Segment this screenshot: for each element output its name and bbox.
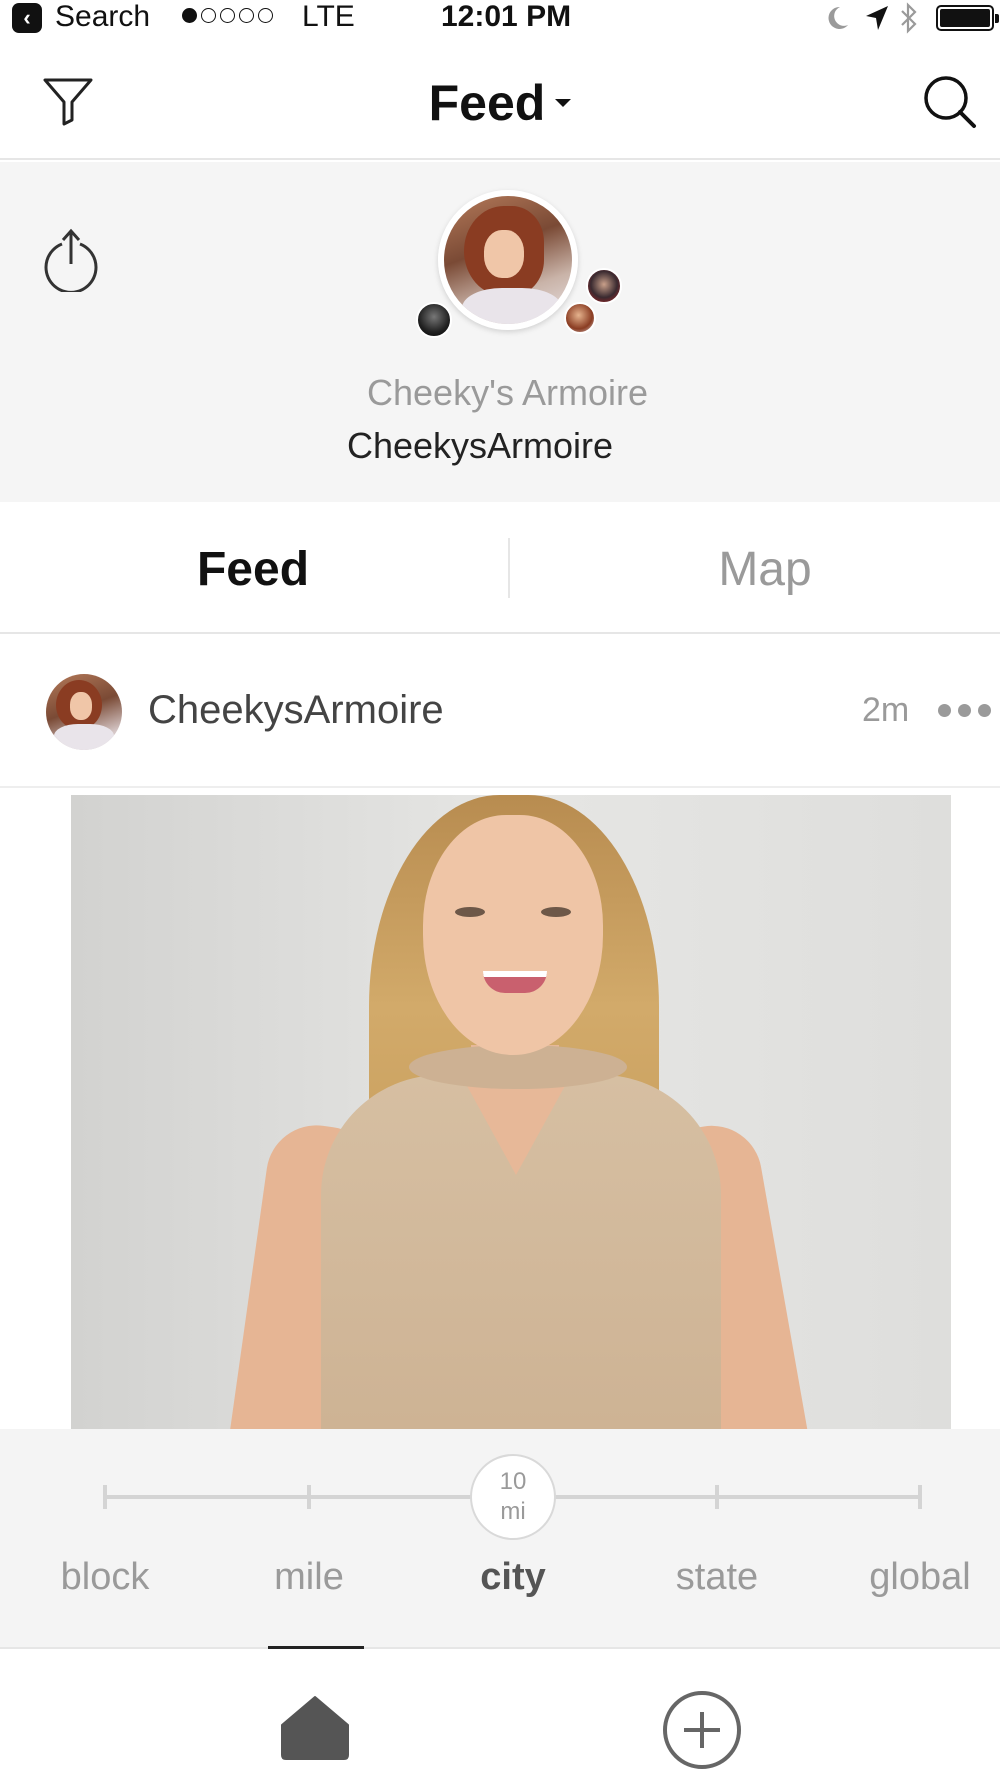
bottom-tab-bar [0,1646,1000,1778]
profile-header: Cheeky's Armoire CheekysArmoire [0,162,1000,502]
slider-label-global[interactable]: global [820,1556,1000,1599]
status-bar: ‹ Search LTE 12:01 PM [0,0,1000,36]
add-circle-icon[interactable] [663,1691,741,1769]
slider-tick[interactable] [918,1485,922,1509]
status-icons [820,0,1000,36]
slider-knob-value: 10 [499,1468,527,1495]
nav-title: Feed [428,75,546,131]
home-icon[interactable] [280,1695,350,1761]
profile-avatar[interactable] [438,190,578,330]
chevron-down-icon [555,98,572,107]
status-time: 12:01 PM [441,0,572,33]
post-timestamp: 2m [862,691,910,729]
slider-label-city[interactable]: city [413,1556,613,1599]
post-author-avatar[interactable] [46,674,122,750]
slider-label-state[interactable]: state [617,1556,817,1599]
radius-slider: 10 mi block mile city state global [0,1429,1000,1647]
signal-strength-icon [182,8,273,23]
slider-label-mile[interactable]: mile [209,1556,409,1599]
profile-username: CheekysArmoire [346,425,614,466]
feed-map-tabs: Feed Map [0,502,1000,634]
follower-avatar[interactable] [416,302,452,338]
tab-map[interactable]: Map [515,542,1000,597]
active-tab-indicator [268,1646,364,1649]
bluetooth-icon [901,2,917,34]
carrier-label: LTE [302,0,355,33]
follower-avatar[interactable] [564,302,596,334]
slider-knob-unit: mi [500,1498,526,1525]
slider-label-block[interactable]: block [5,1556,205,1599]
tab-feed[interactable]: Feed [3,542,503,597]
share-icon[interactable] [42,226,100,292]
moon-icon [828,6,848,29]
feed-dropdown[interactable]: Feed [0,74,1000,132]
back-chevron-icon[interactable]: ‹ [12,3,42,33]
battery-icon [936,5,999,31]
back-to-search-link[interactable]: Search [55,0,150,34]
slider-tick[interactable] [103,1485,107,1509]
post-author-username[interactable]: CheekysArmoire [148,688,444,733]
post-header: CheekysArmoire 2m [0,636,1000,788]
slider-tick[interactable] [715,1485,719,1509]
search-icon[interactable] [922,74,978,130]
location-arrow-icon [866,6,888,30]
post-photo[interactable] [71,795,951,1429]
tab-divider [508,538,510,598]
slider-tick[interactable] [307,1485,311,1509]
nav-bar: Feed [0,36,1000,160]
follower-avatar[interactable] [586,268,622,304]
more-dots-icon[interactable] [938,704,991,717]
profile-display-name: Cheeky's Armoire [367,372,648,413]
slider-knob[interactable]: 10 mi [470,1454,556,1540]
